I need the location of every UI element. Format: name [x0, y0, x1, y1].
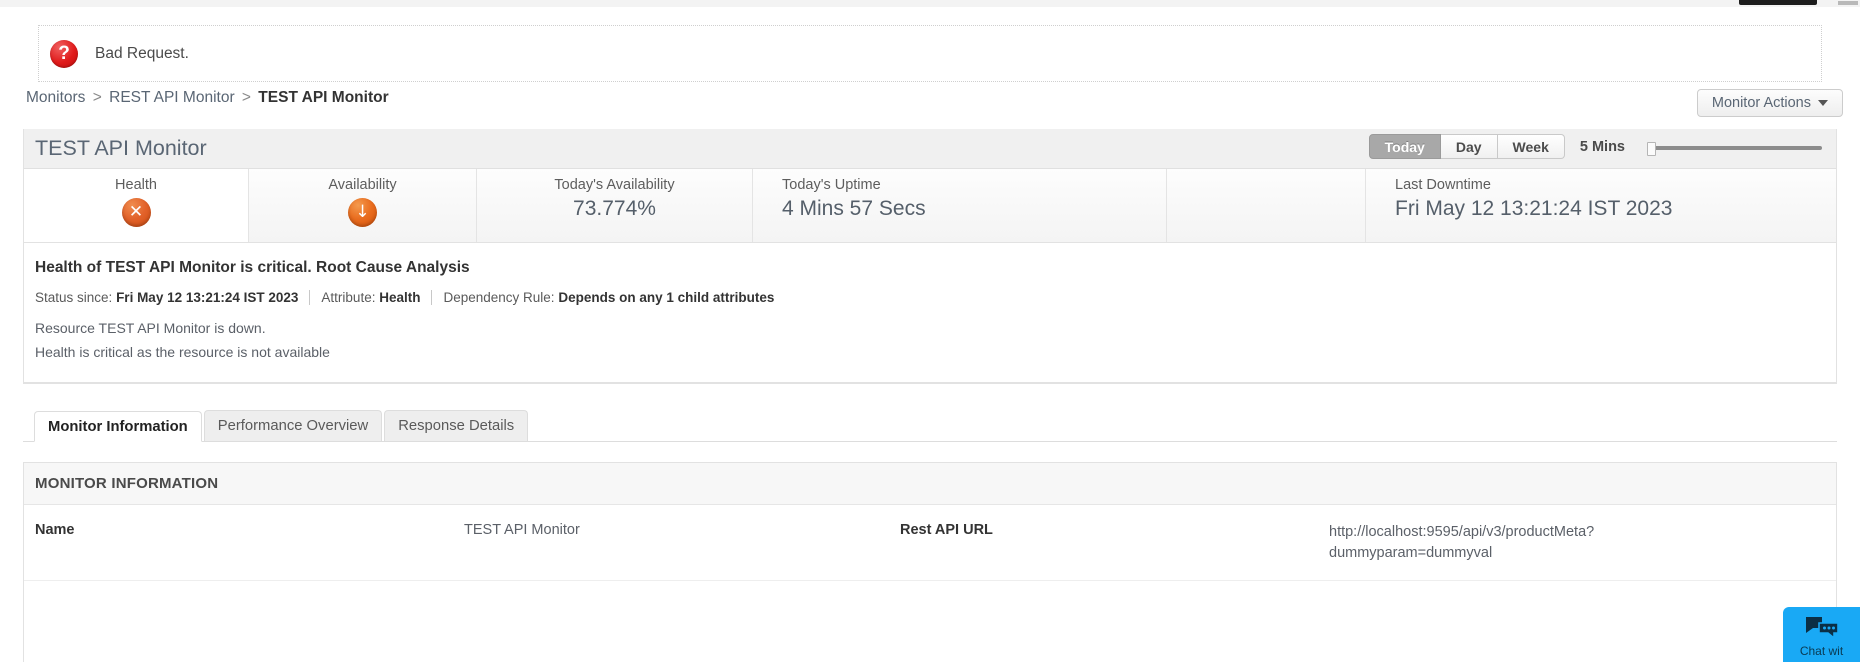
chat-widget-label: Chat wit: [1799, 644, 1844, 658]
stat-health: Health ✕: [24, 169, 249, 242]
monitor-actions-button[interactable]: Monitor Actions: [1696, 89, 1843, 117]
monitor-information-panel: MONITOR INFORMATION Name TEST API Monito…: [23, 462, 1837, 662]
stat-availability: Availability ↓: [249, 169, 477, 242]
down-arrow-glyph: ↓: [355, 201, 370, 222]
stat-health-label: Health: [115, 177, 157, 193]
stat-availability-label: Availability: [328, 177, 397, 193]
monitor-information-title: MONITOR INFORMATION: [24, 463, 1836, 505]
rca-divider: [431, 290, 433, 305]
chrome-dark-element: [1739, 0, 1817, 5]
tab-response-details[interactable]: Response Details: [384, 410, 529, 441]
poll-interval-label: 5 Mins: [1579, 138, 1625, 155]
rca-title: Health of TEST API Monitor is critical. …: [35, 259, 470, 276]
rca-divider: [309, 290, 311, 305]
tab-performance-overview[interactable]: Performance Overview: [203, 410, 383, 441]
rca-detail-line-1: Resource TEST API Monitor is down.: [35, 320, 266, 336]
chevron-down-icon: [1818, 100, 1828, 106]
rca-attribute-label: Attribute:: [321, 290, 376, 305]
question-mark-icon: ?: [50, 39, 78, 68]
table-row: Name TEST API Monitor Rest API URL http:…: [24, 505, 1836, 582]
page-title: TEST API Monitor: [35, 136, 207, 160]
card-header: TEST API Monitor Today Day Week 5 Mins: [24, 129, 1836, 169]
breadcrumb: Monitors > REST API Monitor > TEST API M…: [26, 89, 389, 107]
rca-status-since-value: Fri May 12 13:21:24 IST 2023: [116, 290, 299, 305]
down-arrow-icon: ↓: [348, 197, 377, 227]
stat-todays-uptime: Today's Uptime 4 Mins 57 Secs: [753, 169, 1167, 242]
critical-x-glyph: ✕: [128, 201, 144, 222]
breadcrumb-item-monitors[interactable]: Monitors: [26, 89, 85, 106]
error-message: Bad Request.: [95, 44, 189, 62]
range-button-week[interactable]: Week: [1497, 134, 1565, 159]
stats-row: Health ✕ Availability ↓ Today's Availabi…: [24, 169, 1836, 243]
row-key-rest-api-url: Rest API URL: [900, 522, 993, 538]
row-key-name: Name: [35, 522, 75, 538]
slider-track: [1654, 145, 1822, 150]
breadcrumb-separator: >: [92, 89, 102, 106]
root-cause-analysis: Health of TEST API Monitor is critical. …: [24, 243, 1836, 383]
tab-bar: Monitor Information Performance Overview…: [23, 410, 1837, 442]
breadcrumb-separator: >: [241, 89, 251, 106]
tab-monitor-information[interactable]: Monitor Information: [34, 411, 202, 442]
stat-last-downtime-label: Last Downtime: [1395, 177, 1491, 193]
page-body: ? Bad Request. Monitors > REST API Monit…: [0, 7, 1860, 662]
rca-dependency-value: Depends on any 1 child attributes: [558, 290, 775, 305]
time-range-controls: Today Day Week 5 Mins: [1368, 134, 1822, 159]
error-banner: ? Bad Request.: [38, 25, 1822, 82]
monitor-actions-label: Monitor Actions: [1711, 95, 1811, 111]
window-chrome-sliver: [0, 0, 1860, 7]
rca-status-since-label: Status since:: [35, 290, 113, 305]
time-slider[interactable]: [1647, 135, 1822, 159]
row-value-name: TEST API Monitor: [464, 522, 580, 538]
range-button-group: Today Day Week: [1368, 134, 1565, 159]
stat-last-downtime-value: Fri May 12 13:21:24 IST 2023: [1395, 196, 1673, 220]
range-button-today[interactable]: Today: [1368, 134, 1441, 159]
stat-todays-availability-label: Today's Availability: [554, 177, 675, 193]
stat-last-downtime: Last Downtime Fri May 12 13:21:24 IST 20…: [1366, 169, 1836, 242]
range-button-day[interactable]: Day: [1440, 134, 1498, 159]
chat-bubbles-icon: [1805, 617, 1839, 640]
chrome-grey-element: [1838, 1, 1858, 5]
monitor-summary-card: TEST API Monitor Today Day Week 5 Mins H…: [23, 129, 1837, 384]
rca-detail-line-2: Health is critical as the resource is no…: [35, 344, 330, 360]
rca-meta: Status since: Fri May 12 13:21:24 IST 20…: [35, 290, 1836, 305]
breadcrumb-item-current: TEST API Monitor: [258, 89, 389, 106]
stat-todays-availability-value: 73.774%: [573, 196, 656, 220]
stat-todays-uptime-label: Today's Uptime: [782, 177, 881, 193]
chat-widget-button[interactable]: Chat wit: [1783, 607, 1860, 662]
row-value-rest-api-url: http://localhost:9595/api/v3/productMeta…: [1329, 524, 1595, 561]
rca-attribute-value: Health: [379, 290, 421, 305]
breadcrumb-item-rest-api-monitor[interactable]: REST API Monitor: [109, 89, 234, 106]
critical-x-icon: ✕: [121, 197, 151, 227]
rca-dependency-label: Dependency Rule:: [443, 290, 555, 305]
stat-todays-uptime-value: 4 Mins 57 Secs: [782, 196, 926, 220]
slider-handle[interactable]: [1647, 141, 1656, 156]
stat-spacer: [1167, 169, 1366, 242]
stat-todays-availability: Today's Availability 73.774%: [477, 169, 753, 242]
